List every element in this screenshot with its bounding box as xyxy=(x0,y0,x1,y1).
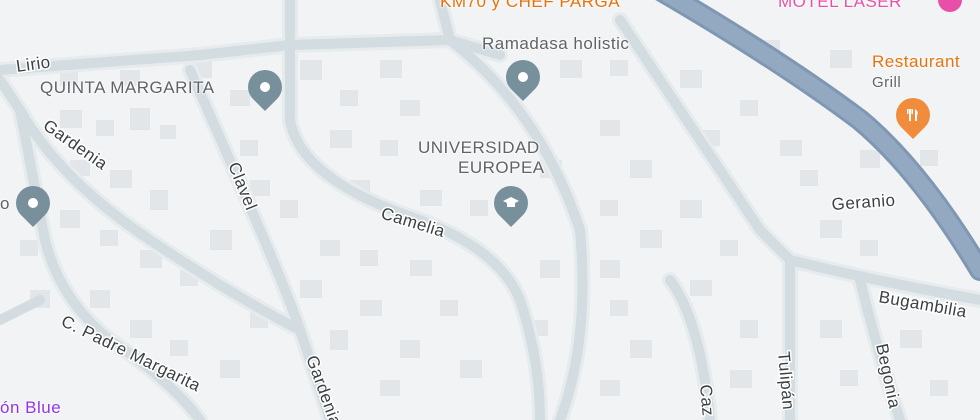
street-label-tulipan: Tulipán xyxy=(774,351,798,411)
poi-label-bottom-left[interactable]: ón Blue xyxy=(0,398,61,418)
poi-label-restaurant[interactable]: Restaurant xyxy=(872,52,960,72)
poi-label-grill[interactable]: Grill xyxy=(872,74,901,91)
map-canvas[interactable]: Lirio Gardenia Clavel Camelia C. Padre M… xyxy=(0,0,980,420)
poi-label-universidad-line1[interactable]: UNIVERSIDAD xyxy=(418,138,540,158)
street-label-gardenia-south: Gardenia xyxy=(302,353,345,420)
street-label-caz: Caz xyxy=(696,384,718,417)
poi-label-left-edge[interactable]: o xyxy=(0,194,10,214)
street-label-begonia: Begonia xyxy=(872,342,904,410)
street-label-geranio: Geranio xyxy=(831,191,896,214)
poi-label-ramadasa[interactable]: Ramadasa holistic xyxy=(482,34,629,54)
poi-label-motel[interactable]: MOTEL LASER xyxy=(778,0,902,12)
poi-label-km70[interactable]: KM70 y CHEF PARGA xyxy=(440,0,620,12)
map-base: Lirio Gardenia Clavel Camelia C. Padre M… xyxy=(0,0,980,420)
poi-label-universidad-line2[interactable]: EUROPEA xyxy=(458,158,545,178)
poi-label-quinta-margarita[interactable]: QUINTA MARGARITA xyxy=(40,78,215,98)
